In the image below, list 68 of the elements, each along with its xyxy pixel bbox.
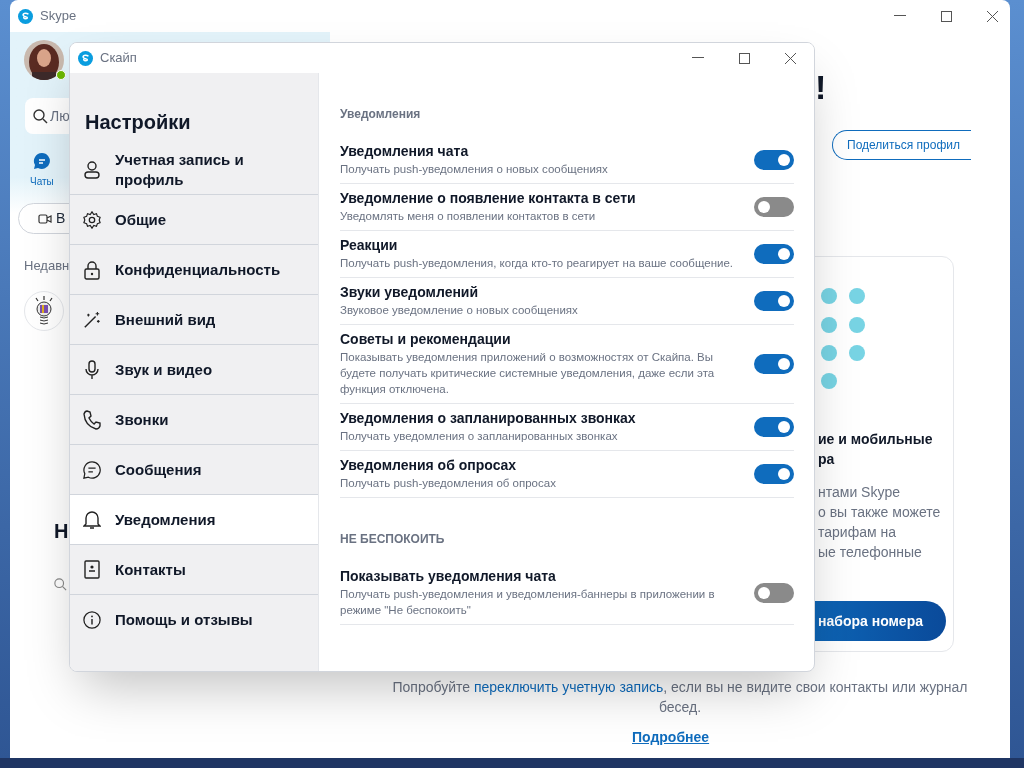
footer-text: Попробуйте переключить учетную запись, если вы не видите свои контакты или журнал бесед.	[391, 678, 969, 717]
chats-tab[interactable]: Чаты	[30, 152, 54, 189]
video-camera-icon	[38, 212, 52, 225]
window-title: Skype	[40, 7, 77, 26]
settings-menu-item[interactable]: Звонки	[70, 395, 318, 445]
toggle-switch[interactable]	[754, 354, 794, 374]
setting-title: Уведомления о запланированных звонках	[340, 409, 637, 428]
setting-title: Уведомления чата	[340, 142, 470, 161]
skype-logo-icon	[78, 50, 93, 66]
close-icon[interactable]	[785, 52, 796, 64]
page-heading: !	[815, 67, 827, 108]
setting-description: Получать push-уведомления о новых сообщениях	[340, 162, 609, 177]
dialog-title: Скайп	[100, 49, 137, 68]
toggle-switch[interactable]	[754, 464, 794, 484]
settings-menu-item[interactable]: Помощь и отзывы	[70, 595, 318, 645]
chat-icon	[83, 459, 101, 480]
settings-menu-item[interactable]: Контакты	[70, 545, 318, 595]
settings-menu-item[interactable]: Внешний вид	[70, 295, 318, 345]
maximize-icon[interactable]	[941, 10, 952, 22]
setting-description: Получать уведомления о запланированных звонках	[340, 429, 619, 444]
settings-menu-item[interactable]: Звук и видео	[70, 345, 318, 395]
search-icon	[54, 578, 67, 591]
settings-icon	[83, 209, 101, 230]
settings-menu-item[interactable]: Конфиденциальность	[70, 245, 318, 295]
skype-logo-icon	[18, 8, 33, 24]
settings-heading: Настройки	[84, 110, 192, 135]
toggle-switch[interactable]	[754, 197, 794, 217]
setting-title: Звуки уведомлений	[340, 283, 480, 302]
person-icon	[83, 159, 101, 180]
setting-title: Уведомление о появление контакта в сети	[340, 189, 637, 208]
setting-description: Получать push-уведомления и уведомления-баннеры в приложении в режиме "Не беспокоить"	[340, 587, 716, 618]
setting-title: Советы и рекомендации	[340, 330, 512, 349]
lock-icon	[84, 259, 100, 280]
chat-icon	[32, 152, 51, 170]
setting-description: Получать push-уведомления об опросах	[340, 476, 557, 491]
settings-menu-item[interactable]: Общие	[70, 195, 318, 245]
setting-description: Звуковое уведомление о новых сообщениях	[340, 303, 579, 318]
magic-wand-icon	[83, 309, 101, 330]
settings-menu-item[interactable]: Уведомления	[70, 495, 318, 545]
maximize-icon[interactable]	[739, 52, 750, 64]
setting-title: Реакции	[340, 236, 399, 255]
bell-icon	[83, 509, 101, 530]
close-icon[interactable]	[987, 10, 998, 22]
address-book-icon	[84, 559, 100, 580]
microphone-icon	[84, 359, 100, 380]
setting-description: Показывать уведомления приложений о возможностях от Скайпа. Вы будете получать критические системные уведомления, даже если эта функция отключена.	[340, 350, 716, 397]
settings-menu-item[interactable]: Учетная запись и профиль	[70, 145, 318, 195]
section-title: Уведомления	[340, 106, 422, 123]
setting-title: Показывать уведомления чата	[340, 567, 557, 586]
recent-heading: Недавн	[24, 257, 70, 275]
section-title: НЕ БЕСПОКОИТЬ	[340, 531, 446, 548]
toggle-switch[interactable]	[754, 150, 794, 170]
info-icon	[83, 610, 101, 630]
toggle-switch[interactable]	[754, 244, 794, 264]
toggle-switch[interactable]	[754, 583, 794, 603]
phone-icon	[83, 409, 101, 430]
card-title: ие и мобильные ра	[818, 430, 933, 469]
setting-description: Уведомлять меня о появлении контактов в сети	[340, 209, 597, 224]
learn-more-link[interactable]: Подробнее	[632, 727, 710, 748]
minimize-icon[interactable]	[692, 57, 704, 59]
setting-title: Уведомления об опросах	[340, 456, 518, 475]
card-text: нтами Skype о вы также можете тарифам на ые телефонные	[818, 483, 941, 562]
setting-description: Получать push-уведомления, когда кто-то реагирует на ваше сообщение.	[340, 256, 735, 271]
toggle-switch[interactable]	[754, 417, 794, 437]
toggle-switch[interactable]	[754, 291, 794, 311]
minimize-icon[interactable]	[894, 15, 906, 17]
page-heading: Н	[54, 519, 69, 544]
search-icon	[33, 108, 48, 124]
